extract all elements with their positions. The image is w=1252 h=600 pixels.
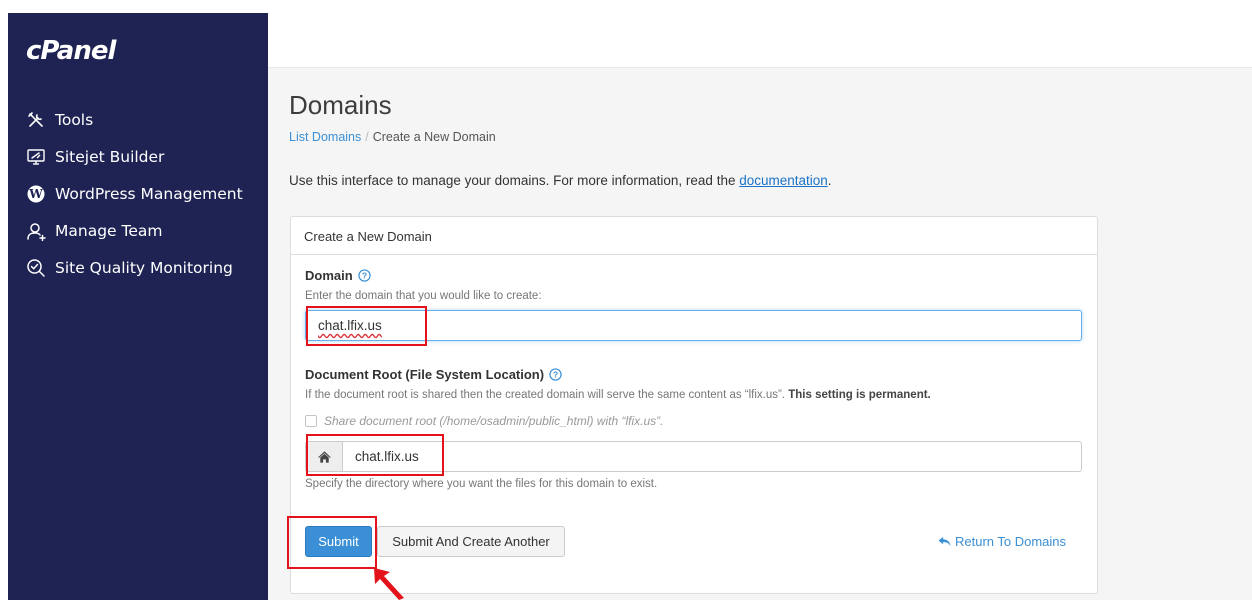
svg-text:W: W: [28, 187, 43, 201]
docroot-input[interactable]: chat.lfix.us: [343, 442, 419, 471]
sidebar-item-label: Manage Team: [55, 221, 163, 240]
tools-icon: [28, 111, 43, 127]
sidebar-nav: Tools Sitejet Builder W WordPress Manage…: [8, 101, 268, 286]
intro-text-end: .: [827, 173, 832, 188]
domain-label-text: Domain: [305, 268, 353, 283]
docroot-hint-bold: This setting is permanent.: [788, 389, 931, 401]
docroot-label-text: Document Root (File System Location): [305, 367, 545, 382]
intro-text-body: Use this interface to manage your domain…: [289, 173, 740, 188]
sidebar-item-site-quality-monitoring[interactable]: Site Quality Monitoring: [8, 249, 268, 286]
breadcrumb-separator: /: [365, 130, 369, 144]
svg-text:?: ?: [362, 271, 367, 281]
intro-text: Use this interface to manage your domain…: [289, 173, 832, 188]
breadcrumb-list-domains-link[interactable]: List Domains: [289, 130, 361, 144]
return-to-domains-link[interactable]: Return To Domains: [938, 534, 1066, 549]
sidebar-item-wordpress-management[interactable]: W WordPress Management: [8, 175, 268, 212]
svg-text:?: ?: [553, 370, 558, 380]
panel-title: Create a New Domain: [291, 217, 1097, 255]
annotation-arrow-icon: [374, 568, 404, 600]
submit-button[interactable]: Submit: [305, 526, 372, 557]
breadcrumb-current: Create a New Domain: [372, 130, 496, 144]
sidebar: cPanel Tools Sitejet Builder W WordPress…: [8, 13, 268, 600]
share-docroot-label: Share document root (/home/osadmin/publi…: [324, 414, 664, 428]
docroot-hint: If the document root is shared then the …: [305, 389, 931, 401]
monitor-icon: [27, 148, 45, 165]
docroot-hint-text: If the document root is shared then the …: [305, 389, 786, 401]
sidebar-item-label: Site Quality Monitoring: [55, 258, 233, 277]
sidebar-item-manage-team[interactable]: Manage Team: [8, 212, 268, 249]
return-to-domains-label: Return To Domains: [955, 534, 1067, 549]
sidebar-item-label: WordPress Management: [55, 184, 243, 203]
wordpress-icon: W: [27, 185, 45, 202]
sidebar-item-label: Tools: [55, 110, 94, 129]
sidebar-item-sitejet-builder[interactable]: Sitejet Builder: [8, 138, 268, 175]
search-check-icon: [27, 258, 45, 277]
submit-and-create-another-button[interactable]: Submit And Create Another: [377, 526, 565, 557]
domain-input[interactable]: chat.lfix.us: [305, 310, 1082, 341]
share-docroot-option: Share document root (/home/osadmin/publi…: [305, 414, 663, 428]
docroot-input-group: chat.lfix.us: [305, 441, 1082, 472]
domain-label: Domain ?: [305, 268, 371, 283]
home-icon: [317, 450, 331, 463]
user-add-icon: [27, 222, 46, 241]
share-docroot-checkbox[interactable]: [305, 415, 317, 427]
help-icon[interactable]: ?: [549, 368, 562, 381]
docroot-label: Document Root (File System Location) ?: [305, 367, 562, 382]
reply-arrow-icon: [938, 536, 951, 547]
top-header: [268, 13, 1252, 68]
documentation-link[interactable]: documentation: [739, 173, 828, 188]
docroot-addon: [306, 442, 343, 471]
breadcrumb: List Domains / Create a New Domain: [289, 130, 496, 144]
page-title: Domains: [289, 90, 392, 120]
sidebar-item-label: Sitejet Builder: [55, 147, 165, 166]
help-icon[interactable]: ?: [357, 269, 371, 282]
domain-hint: Enter the domain that you would like to …: [305, 290, 542, 302]
domain-input-value: chat.lfix.us: [318, 318, 382, 333]
cpanel-logo[interactable]: cPanel: [26, 36, 116, 66]
docroot-help: Specify the directory where you want the…: [305, 478, 658, 490]
sidebar-item-tools[interactable]: Tools: [8, 101, 268, 138]
